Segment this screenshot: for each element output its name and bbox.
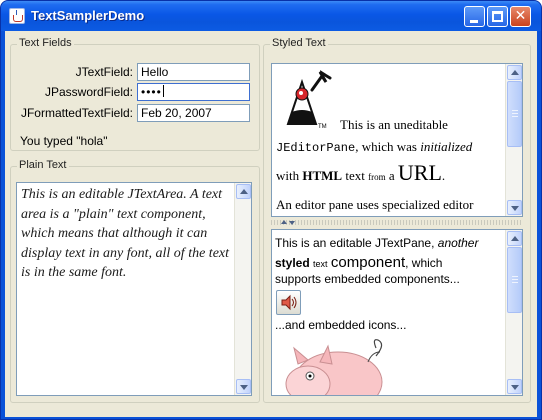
plain-text-scrollbar[interactable]	[234, 183, 251, 395]
plain-text-group-label: Plain Text	[17, 159, 69, 171]
plain-text-scrollpane[interactable]: This is an editable JTextArea. A text ar…	[16, 182, 252, 396]
title-bar[interactable]: TextSamplerDemo ✕	[1, 1, 541, 31]
svg-text:TM: TM	[318, 124, 327, 130]
scroll-up-button[interactable]	[507, 65, 522, 80]
typed-message: You typed "hola"	[20, 134, 108, 148]
text-pane-line-1: This is an editable JTextPane, another	[275, 236, 479, 250]
arrow-up-icon	[240, 189, 248, 194]
text-pane-scrollbar[interactable]	[505, 230, 522, 395]
scroll-up-button[interactable]	[507, 231, 522, 246]
formatted-field-label: JFormattedTextField:	[20, 106, 133, 120]
editor-scroll-thumb[interactable]	[507, 81, 522, 147]
java-duke-icon: TM	[286, 70, 332, 130]
editor-line-3: with HTML text from a URL.	[276, 160, 446, 185]
plain-text-area[interactable]: This is an editable JTextArea. A text ar…	[21, 185, 235, 283]
scroll-down-button[interactable]	[236, 379, 251, 394]
close-button[interactable]: ✕	[510, 6, 531, 27]
password-field-label: JPasswordField:	[44, 85, 133, 99]
arrow-up-icon	[511, 236, 519, 241]
text-fields-group-label: Text Fields	[17, 37, 74, 49]
text-pane-scrollpane[interactable]: This is an editable JTextPane, another s…	[271, 229, 523, 396]
editor-pane-scrollpane[interactable]: TM This is an uneditable JEditorPane, wh…	[271, 63, 523, 217]
maximize-button[interactable]	[487, 6, 508, 27]
editor-line-1: This is an uneditable	[340, 117, 448, 132]
scroll-up-button[interactable]	[236, 184, 251, 199]
sound-button-icon	[281, 294, 297, 311]
text-caret	[162, 85, 164, 97]
arrow-down-icon	[511, 206, 519, 211]
arrow-down-icon	[240, 385, 248, 390]
java-cup-icon[interactable]	[9, 8, 25, 24]
close-icon: ✕	[514, 8, 527, 24]
text-pane-line-4: ...and embedded icons...	[275, 318, 407, 332]
text-field-label: JTextField:	[75, 65, 133, 79]
pig-icon	[285, 339, 383, 395]
application-window: TextSamplerDemo ✕ Text Fields JTextField…	[0, 0, 542, 420]
password-value: ••••	[141, 85, 162, 99]
arrow-up-icon	[511, 70, 519, 75]
editor-line-4: An editor pane uses specialized editor	[276, 197, 474, 212]
text-pane-line-3: supports embedded components...	[275, 272, 460, 286]
sound-button[interactable]	[276, 290, 301, 315]
password-field-input[interactable]: ••••	[137, 83, 250, 101]
window-title: TextSamplerDemo	[31, 8, 145, 23]
editor-pane-scrollbar[interactable]	[505, 64, 522, 216]
divider-up-arrow-icon[interactable]	[281, 220, 287, 224]
scroll-down-button[interactable]	[507, 379, 522, 394]
scroll-down-button[interactable]	[507, 200, 522, 215]
text-pane-scroll-thumb[interactable]	[507, 247, 522, 313]
split-pane-divider[interactable]	[271, 220, 523, 225]
formatted-field-input[interactable]: Feb 20, 2007	[137, 104, 250, 122]
arrow-down-icon	[511, 385, 519, 390]
maximize-icon	[492, 11, 503, 22]
minimize-icon	[470, 20, 478, 23]
content-pane: Text Fields JTextField: Hello JPasswordF…	[5, 31, 537, 417]
text-field-input[interactable]: Hello	[137, 63, 250, 81]
styled-text-group-label: Styled Text	[270, 37, 328, 49]
minimize-button[interactable]	[464, 6, 485, 27]
editor-line-2: JEditorPane, which was initialized	[276, 139, 473, 155]
text-pane-line-2: styled text component, which	[275, 254, 443, 271]
divider-down-arrow-icon[interactable]	[289, 221, 295, 225]
